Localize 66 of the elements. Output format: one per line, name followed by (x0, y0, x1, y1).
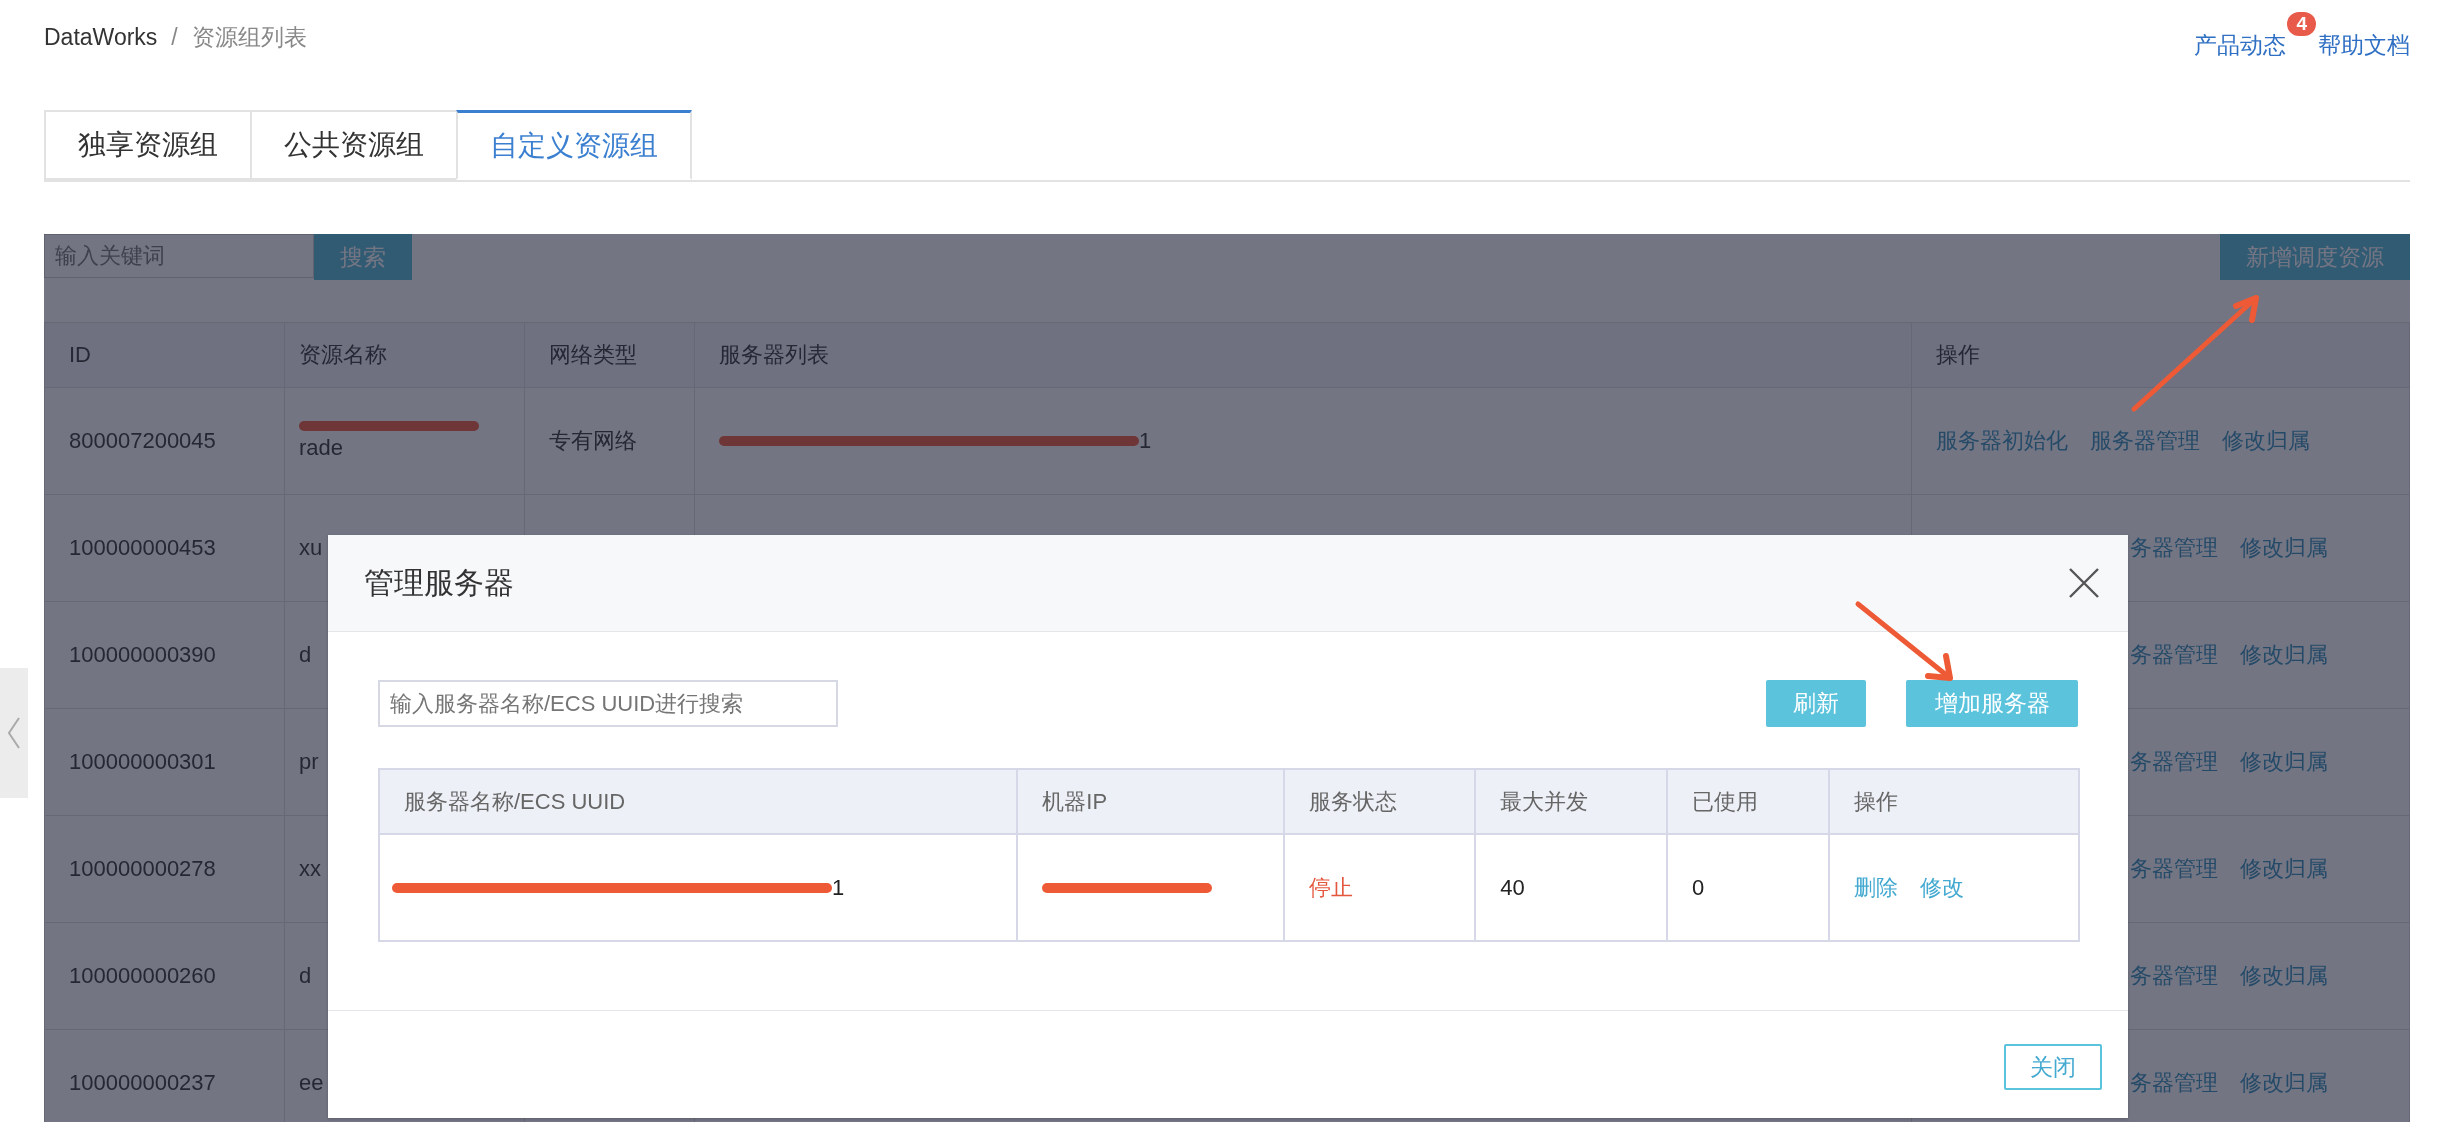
column-header: 服务状态 (1284, 770, 1477, 833)
table-cell: 100000000301 (44, 709, 285, 815)
table-cell: 1 (1139, 428, 1152, 454)
table-cell: d (299, 963, 312, 989)
table-cell: 100000000260 (44, 923, 285, 1029)
breadcrumb-separator: / (171, 24, 178, 51)
dialog-title: 管理服务器 (364, 564, 514, 601)
status-text: 停止 (1308, 873, 1353, 902)
action-link[interactable]: 修改归属 (2240, 1068, 2328, 1098)
table-cell: 800007200045 (44, 388, 285, 494)
table-cell: pr (299, 749, 319, 775)
breadcrumb-link[interactable]: DataWorks (44, 24, 158, 51)
table-cell-text: rade (299, 435, 345, 461)
table-cell: xu (299, 535, 323, 561)
column-header: 服务器名称/ECS UUID (380, 770, 1019, 833)
action-link[interactable]: 务器管理 (2130, 533, 2218, 563)
action-link[interactable]: 务器管理 (2130, 1068, 2218, 1098)
search-field[interactable]: 输入服务器名称/ECS UUID进行搜索 (378, 680, 838, 727)
table-cell: d (299, 642, 312, 668)
header-link[interactable]: 帮助文档 (2318, 30, 2410, 62)
column-header: 操作 (1912, 323, 2410, 387)
action-link[interactable]: 服务器初始化 (1936, 426, 2068, 456)
column-header: 最大并发 (1476, 770, 1668, 833)
column-header: 操作 (1852, 787, 1899, 816)
breadcrumb-current: 资源组列表 (191, 23, 307, 52)
dialog-button[interactable]: 刷新 (1766, 680, 1866, 727)
action-link[interactable]: 修改归属 (2240, 854, 2328, 884)
column-header: 机器IP (1018, 770, 1285, 833)
action-link[interactable]: 修改归属 (2240, 640, 2328, 670)
dialog-button[interactable]: 增加服务器 (1906, 680, 2078, 727)
action-link[interactable]: 修改 (1919, 872, 1964, 903)
search-button[interactable]: 搜索 (314, 234, 412, 280)
column-header: 网络类型 (525, 323, 695, 387)
close-button[interactable]: 关闭 (2004, 1044, 2102, 1090)
tab[interactable]: 自定义资源组 (456, 110, 692, 180)
action-link[interactable]: 修改归属 (2240, 961, 2328, 991)
action-link[interactable]: 务器管理 (2130, 747, 2218, 777)
table-cell: 100000000278 (44, 816, 285, 922)
action-link[interactable]: 删除 (1853, 872, 1898, 903)
table-cell: 100000000453 (44, 495, 285, 601)
action-link[interactable]: 修改归属 (2222, 426, 2310, 456)
chevron-left-icon (7, 716, 21, 750)
table-cell: 100000000237 (44, 1030, 285, 1122)
tab[interactable]: 公共资源组 (250, 110, 456, 180)
action-link[interactable]: 修改归属 (2240, 533, 2328, 563)
table-cell: 40 (1500, 874, 1525, 901)
table-cell: 100000000390 (44, 602, 285, 708)
table-cell: xx (299, 856, 321, 882)
collapse-handle[interactable] (0, 668, 28, 798)
column-header: 服务器列表 (695, 323, 1912, 387)
action-link[interactable]: 务器管理 (2130, 961, 2218, 991)
table-cell: ee (299, 1070, 324, 1096)
action-link[interactable]: 务器管理 (2130, 854, 2218, 884)
tab[interactable]: 独享资源组 (44, 110, 250, 180)
action-link[interactable]: 服务器管理 (2090, 426, 2200, 456)
action-link[interactable]: 修改归属 (2240, 747, 2328, 777)
column-header: 已使用 (1667, 770, 1830, 833)
action-link[interactable]: 务器管理 (2130, 640, 2218, 670)
add-resource-button[interactable]: 新增调度资源 (2220, 234, 2410, 280)
table-cell-text: 专有网络 (549, 427, 637, 455)
table-cell: 1 (832, 874, 845, 901)
column-header: ID (44, 323, 285, 387)
column-header: 资源名称 (285, 323, 525, 387)
notification-badge: 4 (2287, 12, 2316, 36)
table-cell: 0 (1691, 874, 1705, 901)
close-icon[interactable] (2068, 567, 2100, 599)
